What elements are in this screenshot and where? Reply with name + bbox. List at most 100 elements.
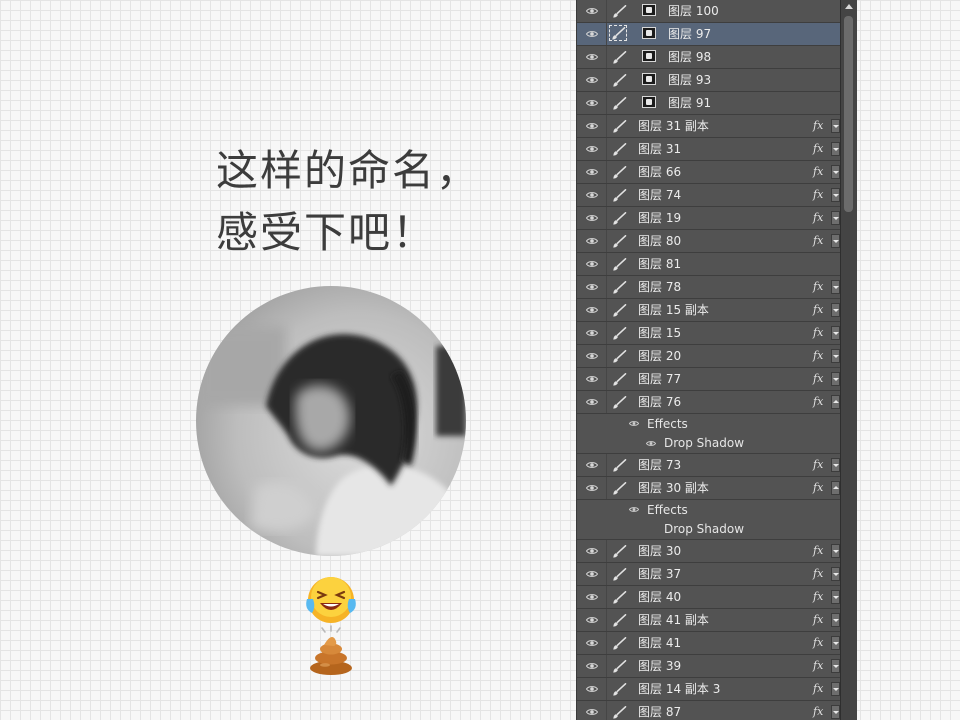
layer-name[interactable]: 图层 20 — [638, 345, 681, 367]
visibility-eye-icon[interactable] — [577, 92, 607, 114]
visibility-eye-icon[interactable] — [577, 391, 607, 413]
layer-mask-icon[interactable] — [642, 27, 656, 39]
visibility-eye-icon[interactable] — [577, 563, 607, 585]
layer-name[interactable]: 图层 78 — [638, 276, 681, 298]
visibility-eye-icon[interactable] — [577, 477, 607, 499]
fx-toggle-arrow-icon[interactable] — [831, 280, 840, 294]
layer-row[interactable]: 图层 81 — [577, 253, 841, 276]
layer-row[interactable]: 图层 100 — [577, 0, 841, 23]
visibility-eye-icon[interactable] — [577, 299, 607, 321]
layer-row[interactable]: 图层 30 fx — [577, 540, 841, 563]
layer-row[interactable]: 图层 39 fx — [577, 655, 841, 678]
visibility-eye-icon[interactable] — [577, 69, 607, 91]
layer-row[interactable]: 图层 40 fx — [577, 586, 841, 609]
visibility-eye-icon[interactable] — [577, 207, 607, 229]
visibility-eye-icon[interactable] — [629, 506, 639, 513]
visibility-eye-icon[interactable] — [577, 23, 607, 45]
visibility-eye-icon[interactable] — [577, 253, 607, 275]
layer-name[interactable]: 图层 74 — [638, 184, 681, 206]
fx-toggle-arrow-icon[interactable] — [831, 119, 840, 133]
layer-name[interactable]: 图层 100 — [668, 0, 719, 22]
visibility-eye-icon[interactable] — [577, 46, 607, 68]
layer-name[interactable]: 图层 30 副本 — [638, 477, 709, 499]
layer-name[interactable]: 图层 40 — [638, 586, 681, 608]
layer-name[interactable]: 图层 77 — [638, 368, 681, 390]
layer-row[interactable]: 图层 87 fx — [577, 701, 841, 720]
visibility-eye-icon[interactable] — [629, 420, 639, 427]
fx-toggle-arrow-icon[interactable] — [831, 567, 840, 581]
layer-row[interactable]: 图层 37 fx — [577, 563, 841, 586]
layers-panel[interactable]: 图层 100 图层 97 图层 98 图层 93 图层 91 图层 31 副本 fx 图层 3… — [576, 0, 841, 720]
visibility-eye-icon[interactable] — [577, 322, 607, 344]
layer-name[interactable]: 图层 76 — [638, 391, 681, 413]
fx-toggle-arrow-icon[interactable] — [831, 481, 840, 495]
fx-toggle-arrow-icon[interactable] — [831, 636, 840, 650]
fx-toggle-arrow-icon[interactable] — [831, 234, 840, 248]
layer-row[interactable]: 图层 78 fx — [577, 276, 841, 299]
layer-row[interactable]: 图层 93 — [577, 69, 841, 92]
layer-name[interactable]: 图层 31 — [638, 138, 681, 160]
layer-name[interactable]: 图层 15 副本 — [638, 299, 709, 321]
drop-shadow-row[interactable]: Drop Shadow — [577, 434, 841, 454]
layer-row[interactable]: 图层 41 fx — [577, 632, 841, 655]
layers-scrollbar[interactable] — [840, 0, 857, 720]
scrollbar-thumb[interactable] — [844, 16, 853, 212]
layer-name[interactable]: 图层 73 — [638, 454, 681, 476]
layer-mask-icon[interactable] — [642, 4, 656, 16]
layer-name[interactable]: 图层 30 — [638, 540, 681, 562]
layer-row[interactable]: 图层 91 — [577, 92, 841, 115]
layer-mask-icon[interactable] — [642, 73, 656, 85]
layer-row[interactable]: 图层 31 fx — [577, 138, 841, 161]
layer-name[interactable]: 图层 66 — [638, 161, 681, 183]
visibility-eye-icon[interactable] — [577, 161, 607, 183]
fx-toggle-arrow-icon[interactable] — [831, 188, 840, 202]
layer-mask-icon[interactable] — [642, 50, 656, 62]
visibility-eye-icon[interactable] — [577, 368, 607, 390]
layer-row[interactable]: 图层 41 副本 fx — [577, 609, 841, 632]
fx-toggle-arrow-icon[interactable] — [831, 349, 840, 363]
visibility-eye-icon[interactable] — [646, 440, 656, 447]
layer-name[interactable]: 图层 80 — [638, 230, 681, 252]
visibility-eye-icon[interactable] — [577, 609, 607, 631]
drop-shadow-row[interactable]: Drop Shadow — [577, 520, 841, 540]
layer-row[interactable]: 图层 74 fx — [577, 184, 841, 207]
fx-toggle-arrow-icon[interactable] — [831, 613, 840, 627]
layer-name[interactable]: 图层 91 — [668, 92, 711, 114]
visibility-eye-icon[interactable] — [577, 276, 607, 298]
layer-name[interactable]: 图层 93 — [668, 69, 711, 91]
layer-name[interactable]: 图层 81 — [638, 253, 681, 275]
layer-name[interactable]: 图层 39 — [638, 655, 681, 677]
fx-toggle-arrow-icon[interactable] — [831, 165, 840, 179]
visibility-eye-icon[interactable] — [577, 540, 607, 562]
effects-row[interactable]: Effects — [577, 414, 841, 434]
layer-name[interactable]: 图层 37 — [638, 563, 681, 585]
layer-name[interactable]: 图层 41 副本 — [638, 609, 709, 631]
layer-row[interactable]: 图层 15 副本 fx — [577, 299, 841, 322]
fx-toggle-arrow-icon[interactable] — [831, 458, 840, 472]
layer-row[interactable]: 图层 14 副本 3 fx — [577, 678, 841, 701]
layer-row[interactable]: 图层 30 副本 fx — [577, 477, 841, 500]
fx-toggle-arrow-icon[interactable] — [831, 303, 840, 317]
layer-row[interactable]: 图层 76 fx — [577, 391, 841, 414]
layer-mask-icon[interactable] — [642, 96, 656, 108]
fx-toggle-arrow-icon[interactable] — [831, 372, 840, 386]
layer-name[interactable]: 图层 14 副本 3 — [638, 678, 720, 700]
visibility-eye-icon[interactable] — [577, 230, 607, 252]
layer-row[interactable]: 图层 77 fx — [577, 368, 841, 391]
layer-name[interactable]: 图层 19 — [638, 207, 681, 229]
visibility-eye-icon[interactable] — [577, 454, 607, 476]
layer-row[interactable]: 图层 97 — [577, 23, 841, 46]
layer-row[interactable]: 图层 66 fx — [577, 161, 841, 184]
layer-name[interactable]: 图层 98 — [668, 46, 711, 68]
layer-name[interactable]: 图层 15 — [638, 322, 681, 344]
layer-row[interactable]: 图层 80 fx — [577, 230, 841, 253]
fx-toggle-arrow-icon[interactable] — [831, 142, 840, 156]
layer-name[interactable]: 图层 87 — [638, 701, 681, 720]
visibility-eye-icon[interactable] — [577, 115, 607, 137]
fx-toggle-arrow-icon[interactable] — [831, 590, 840, 604]
fx-toggle-arrow-icon[interactable] — [831, 211, 840, 225]
scroll-up-arrow-icon[interactable] — [845, 4, 853, 9]
visibility-eye-icon[interactable] — [577, 138, 607, 160]
layer-row[interactable]: 图层 19 fx — [577, 207, 841, 230]
layer-row[interactable]: 图层 20 fx — [577, 345, 841, 368]
